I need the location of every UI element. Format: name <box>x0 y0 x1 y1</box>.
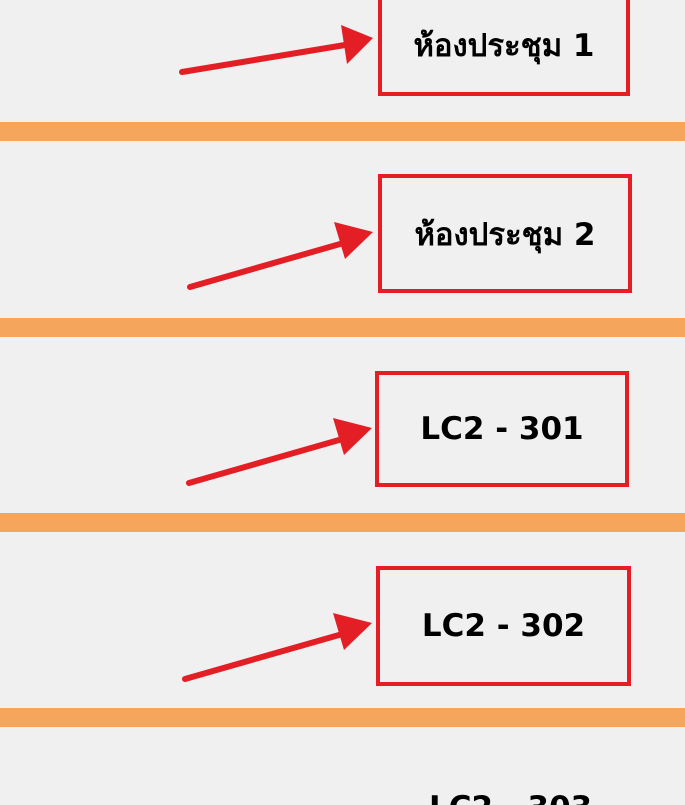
row-divider <box>0 708 685 727</box>
arrow-icon <box>186 418 372 486</box>
room-label: ห้องประชุม 2 <box>414 216 596 253</box>
room-label-lc2-303-partial[interactable]: LC2 - 303 <box>429 793 592 805</box>
room-label: ห้องประชุม 1 <box>413 28 595 64</box>
room-label: LC2 - 301 <box>420 411 584 447</box>
room-button-meeting-room-1[interactable]: ห้องประชุม 1 <box>378 0 630 96</box>
arrow-icon <box>182 613 372 682</box>
room-label: LC2 - 302 <box>421 608 586 644</box>
room-button-lc2-301[interactable]: LC2 - 301 <box>375 371 629 487</box>
row-divider <box>0 513 685 532</box>
room-list-page: ห้องประชุม 1 ห้องประชุม 2 LC2 - 301 LC2 … <box>0 0 685 805</box>
arrow-icon <box>187 222 373 290</box>
room-button-lc2-302[interactable]: LC2 - 302 <box>376 566 631 686</box>
arrow-icon <box>179 25 373 75</box>
row-divider <box>0 122 685 141</box>
room-button-meeting-room-2[interactable]: ห้องประชุม 2 <box>378 174 632 293</box>
row-divider <box>0 318 685 337</box>
